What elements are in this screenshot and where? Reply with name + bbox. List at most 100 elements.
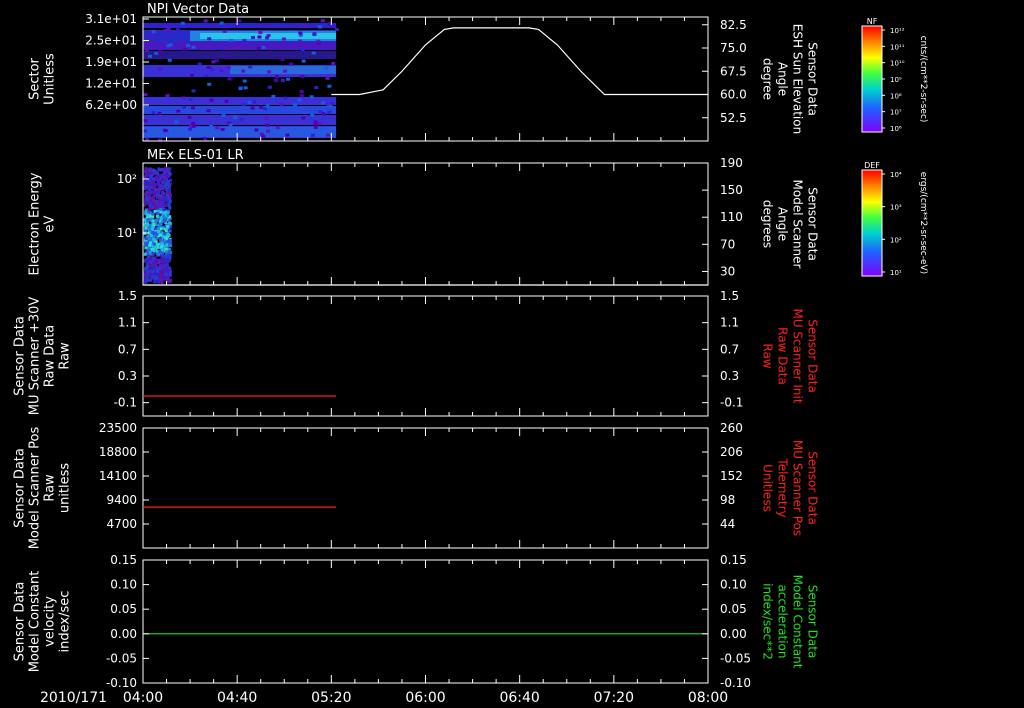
y-axis-label-line: Sensor Data [806, 42, 820, 116]
y-tick-label-left: 0.7 [118, 342, 137, 356]
spectrogram-band [143, 97, 337, 105]
spectrogram-pixel [155, 266, 159, 270]
spectrogram-pixel [229, 38, 234, 42]
spectrogram-pixel [162, 211, 166, 215]
spectrogram-pixel [219, 68, 224, 72]
spectrogram-pixel [145, 48, 150, 52]
y-tick-label-right: 0.05 [720, 602, 747, 616]
y-tick-label-left: 10¹ [117, 226, 137, 240]
colorbar-tick-label: 10⁶ [890, 125, 902, 133]
panel-title: NPI Vector Data [147, 2, 249, 17]
spectrogram-pixel [297, 39, 302, 43]
spectrogram-pixel [330, 101, 335, 105]
spectrogram-pixel [146, 270, 150, 274]
spectrogram-pixel [166, 213, 170, 217]
spectrogram-pixel [143, 277, 147, 281]
panel-frame-3 [142, 427, 709, 549]
y-axis-label-right-1: Sensor DataModel ScannerAngledegrees [761, 180, 820, 269]
spectrogram-pixel [239, 117, 244, 121]
spectrogram-pixel [146, 278, 150, 282]
spectrogram-pixel [261, 134, 266, 138]
colorbar-units-0: cnts/(cm**2-sr-sec) [918, 36, 928, 123]
spectrogram-pixel [150, 260, 154, 264]
spectrogram-pixel [157, 168, 161, 172]
spectrogram-pixel [219, 21, 224, 25]
spectrogram-band [143, 106, 337, 114]
spectrogram-pixel [265, 104, 270, 108]
y-axis-label-line: Sensor Data [806, 319, 820, 393]
spectrogram-pixel [148, 169, 152, 173]
spectrogram-band [143, 51, 337, 59]
spectrogram-pixel [293, 103, 298, 107]
spectrogram-pixel [299, 94, 304, 98]
y-axis-label-line: MU Scanner +30V [28, 297, 43, 416]
spectrogram-pixel [275, 126, 280, 130]
y-tick-label-right: 52.5 [720, 111, 747, 125]
y-tick-label-left: 0.05 [110, 602, 137, 616]
spectrogram-pixel [265, 129, 270, 133]
spectrogram-pixel [158, 267, 162, 271]
y-tick-label-right: 110 [720, 210, 743, 224]
spectrogram-pixel [154, 231, 158, 235]
spectrogram-pixel [242, 38, 247, 42]
tplot-figure: 3.1e+01 2.5e+01 1.9e+01 1.2e+01 6.2e+00 82.5 7… [13, 2, 929, 706]
spectrogram-pixel [241, 103, 246, 107]
spectrogram-pixel [164, 266, 168, 270]
spectrogram-pixel [321, 112, 326, 116]
spectrogram-pixel [148, 214, 152, 218]
y-tick-label-left: 10² [117, 172, 137, 186]
spectrogram-pixel [156, 223, 160, 227]
y-axis-label-line: eV [43, 215, 58, 232]
y-axis-label-left-2: Sensor Data MU Scanner +30V Raw Data Raw [13, 297, 73, 416]
spectrogram-pixel [286, 77, 291, 81]
spectrogram-pixel [312, 32, 317, 36]
spectrogram-pixel [161, 180, 165, 184]
y-tick-label-right: -0.05 [720, 651, 751, 665]
spectrogram-pixel [220, 127, 225, 131]
spectrogram-pixel [256, 46, 261, 50]
spectrogram-pixel [157, 50, 162, 54]
spectrogram-pixel [310, 113, 315, 117]
spectrogram-pixel [165, 203, 169, 207]
spectrogram-pixel [235, 46, 240, 50]
y-tick-label-right: -0.10 [720, 676, 751, 690]
spectrogram-pixel [167, 249, 171, 253]
spectrogram-pixel [250, 35, 255, 39]
spectrogram-pixel [166, 275, 170, 279]
spectrogram-pixel [331, 61, 336, 65]
spectrogram-pixel [143, 252, 147, 256]
spectrogram-pixel [267, 85, 272, 89]
y-axis-label-line: Model Scanner [791, 180, 805, 269]
x-minor-ticks-3 [142, 428, 709, 548]
spectrogram-pixel [165, 199, 169, 203]
y-tick-label-left: 1.1 [118, 316, 137, 330]
spectrogram-pixel [151, 270, 155, 274]
spectrogram-pixel [157, 187, 161, 191]
spectrogram-band [143, 115, 337, 125]
y-tick-label-left: 4700 [106, 517, 137, 531]
spectrogram-pixel [254, 128, 259, 132]
spectrogram-pixel [167, 174, 171, 178]
x-tick-label: 04:40 [217, 690, 257, 706]
y-tick-label-left: 18800 [99, 445, 137, 459]
spectrogram-pixel [209, 98, 214, 102]
colorbar-tick-label: 10¹ [890, 269, 902, 277]
spectrogram-pixel [160, 178, 164, 182]
y-tick-label-left: -0.1 [114, 396, 137, 410]
spectrogram-pixel [143, 192, 147, 196]
x-minor-ticks-2 [142, 296, 709, 416]
y-axis-label-line: unitless [58, 463, 73, 514]
spectrogram-pixel [158, 237, 162, 241]
colorbar-units-text: cnts/(cm**2-sr-sec) [918, 36, 928, 123]
colorbar-tick-label: 10¹² [890, 27, 905, 35]
spectrogram-pixel [189, 73, 194, 77]
y-tick-label-left: 14100 [99, 469, 137, 483]
spectrogram-pixel [145, 243, 149, 247]
spectrogram-pixel [262, 107, 267, 111]
spectrogram-pixel [281, 37, 286, 41]
spectrogram-pixel [159, 227, 163, 231]
spectrogram-pixel [174, 120, 179, 124]
spectrogram-pixel [152, 242, 156, 246]
spectrogram-pixel [160, 245, 164, 249]
spectrogram-pixel [162, 216, 166, 220]
